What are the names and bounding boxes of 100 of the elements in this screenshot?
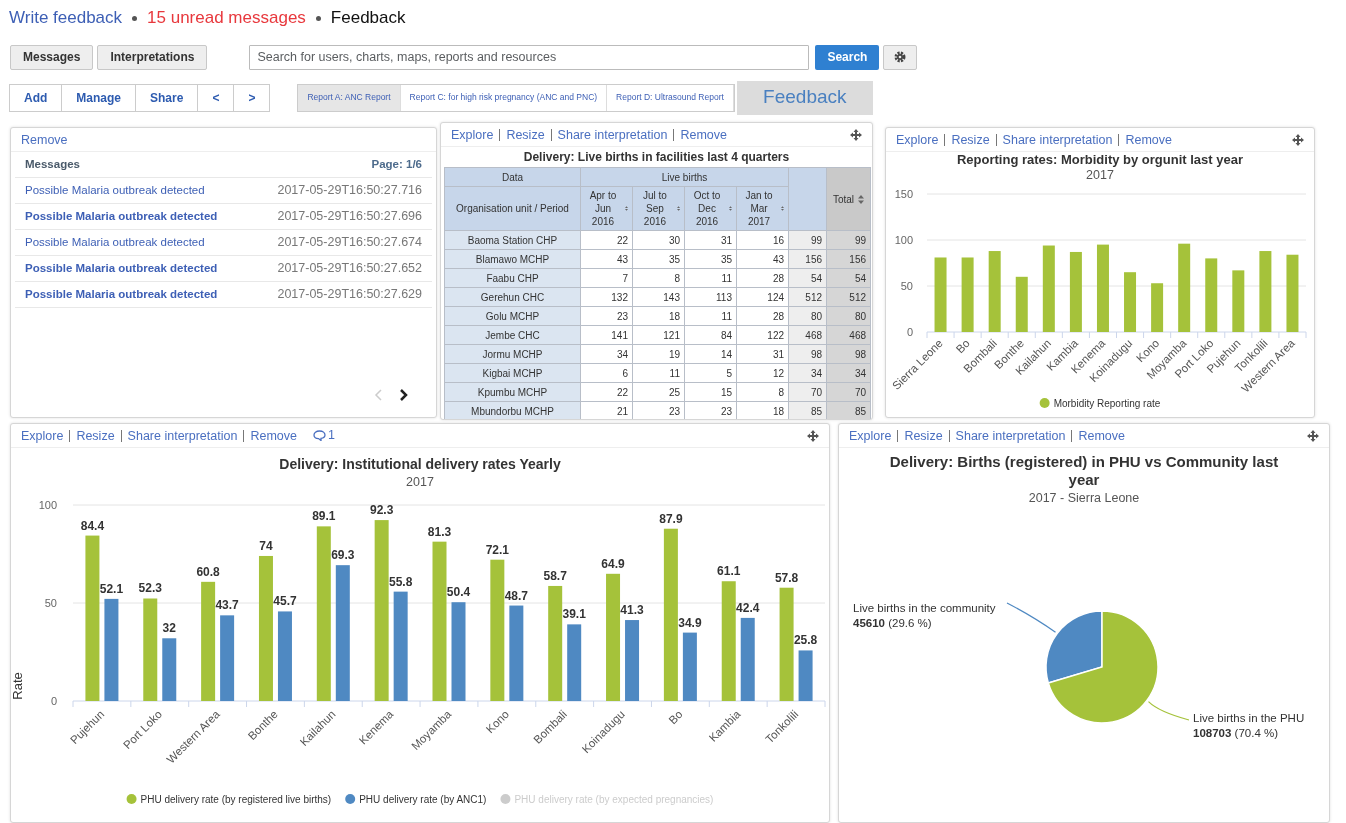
unread-messages-link[interactable]: 15 unread messages: [147, 5, 306, 31]
panel-action-link[interactable]: Remove: [243, 429, 303, 442]
comment-count[interactable]: 1: [327, 426, 335, 445]
message-time: 2017-05-29T16:50:27.629: [277, 286, 422, 304]
column-header-text: Total: [832, 192, 855, 207]
slice-label: Live births in the community: [853, 601, 996, 616]
data-label: 42.4: [736, 600, 760, 615]
chart-subtitle: 2017: [1085, 168, 1115, 182]
chart-title: Delivery: Births (registered) in PHU vs Community last year: [888, 453, 1280, 489]
search-button[interactable]: Search: [815, 44, 880, 70]
move-icon[interactable]: [1307, 429, 1319, 442]
legend-marker[interactable]: [126, 794, 137, 804]
message-subject-link[interactable]: Possible Malaria outbreak detected: [25, 259, 218, 278]
panel-action-link[interactable]: Explore: [21, 429, 70, 442]
column-header-text: Apr to Jun 2016: [588, 189, 618, 228]
panel-action-link[interactable]: Resize: [944, 133, 996, 146]
legend-label[interactable]: PHU delivery rate (by registered live births): [140, 794, 332, 805]
sort-icon[interactable]: [624, 204, 628, 213]
panel-action-link[interactable]: Remove: [1071, 429, 1131, 442]
y-axis-tick-label: 0: [906, 326, 913, 338]
list-heading: Messages: [25, 156, 80, 172]
column-header-text: Jul to Sep 2016: [642, 189, 668, 228]
bar: [1151, 283, 1164, 332]
data-label: 52.3: [138, 581, 162, 596]
legend-label[interactable]: Morbidity Reporting rate: [1053, 398, 1161, 409]
legend-label[interactable]: PHU delivery rate (by ANC1): [359, 794, 487, 805]
panel-action-link[interactable]: Resize: [499, 128, 551, 141]
chart-title: Reporting rates: Morbidity by orgunit last year: [955, 152, 1244, 168]
panel-action-link[interactable]: Resize: [897, 429, 949, 442]
panel-action-link[interactable]: Share interpretation: [120, 429, 244, 442]
data-label: 57.8: [774, 570, 799, 585]
message-subject-link[interactable]: Possible Malaria outbreak detected: [25, 285, 218, 304]
axis-title: Rate: [11, 672, 25, 700]
settings-button[interactable]: [883, 44, 918, 70]
bar: [682, 632, 697, 701]
legend-marker[interactable]: [1039, 398, 1050, 408]
panel-action-link[interactable]: Remove: [1118, 133, 1178, 146]
panel-action-link[interactable]: Explore: [451, 128, 500, 141]
data-label: 81.3: [427, 524, 452, 539]
feedback-label: Feedback: [736, 80, 873, 115]
row-header: Organisation unit / Period: [444, 186, 581, 231]
bar: [798, 650, 813, 701]
bar: [1124, 272, 1137, 332]
message-subject-link[interactable]: Possible Malaria outbreak detected: [25, 207, 218, 226]
message-time: 2017-05-29T16:50:27.674: [277, 234, 422, 252]
data-label: 48.7: [504, 588, 529, 603]
sort-icon[interactable]: [676, 204, 680, 213]
data-label: 55.8: [388, 574, 413, 589]
legend-marker[interactable]: [500, 794, 511, 804]
data-label: 84.4: [80, 518, 105, 533]
move-icon[interactable]: [1292, 133, 1304, 146]
report-tab[interactable]: Report A: ANC Report: [298, 84, 401, 111]
search-field[interactable]: Search for users, charts, maps, reports and resources: [249, 44, 810, 70]
dashboard-button[interactable]: Add: [9, 83, 63, 112]
panel-action-link[interactable]: Share interpretation: [948, 429, 1072, 442]
data-label: 50.4: [446, 585, 471, 600]
dashboard-button[interactable]: >: [233, 83, 271, 112]
message-time: 2017-05-29T16:50:27.716: [277, 182, 422, 200]
y-axis-tick-label: 100: [38, 499, 57, 511]
report-tab[interactable]: Report D: Ultrasound Report: [607, 84, 734, 111]
leader-line: [1006, 602, 1057, 633]
dashboard-button[interactable]: <: [197, 83, 235, 112]
message-subject-link[interactable]: Possible Malaria outbreak detected: [25, 233, 205, 252]
panel-action-link[interactable]: Remove: [21, 133, 74, 146]
message-subject-link[interactable]: Possible Malaria outbreak detected: [25, 181, 205, 200]
sort-icon[interactable]: [781, 204, 784, 213]
panel-action-link[interactable]: Explore: [896, 133, 945, 146]
panel-action-link[interactable]: Remove: [673, 128, 733, 141]
slice-value: 45610 (29.6 %): [853, 616, 933, 631]
y-axis-tick-label: 100: [894, 234, 913, 246]
panel-action-link[interactable]: Share interpretation: [995, 133, 1119, 146]
dashboard-button[interactable]: Share: [135, 83, 199, 112]
sort-icon[interactable]: [858, 194, 865, 204]
data-label: 34.9: [678, 615, 702, 630]
report-tab[interactable]: Report C: for high risk pregnancy (ANC and PNC): [400, 84, 608, 111]
sort-icon[interactable]: [729, 204, 732, 213]
panel-action-link[interactable]: Resize: [69, 429, 121, 442]
data-label: 92.3: [369, 503, 394, 518]
chart-subtitle: 2017 - Sierra Leone: [1027, 490, 1141, 507]
data-label: 64.9: [601, 556, 625, 571]
bar: [1232, 270, 1245, 332]
column-header-text: Jan to Mar 2017: [744, 189, 774, 228]
category-label: Bo: [666, 707, 685, 727]
data-label: 32: [162, 621, 176, 636]
data-label: 69.3: [331, 548, 355, 563]
toolbar-button[interactable]: Interpretations: [97, 44, 208, 70]
write-feedback-link[interactable]: Write feedback: [9, 5, 123, 31]
next-page-icon[interactable]: [399, 389, 408, 401]
dashboard-button[interactable]: Manage: [61, 83, 136, 112]
move-icon[interactable]: [850, 128, 862, 141]
settings-icon: [894, 51, 907, 64]
legend-marker[interactable]: [345, 794, 356, 804]
chart-subtitle: 2017: [405, 474, 435, 491]
data-label: 39.1: [562, 607, 586, 622]
bar: [1015, 276, 1028, 332]
move-icon[interactable]: [807, 429, 819, 442]
y-axis-tick-label: 50: [900, 280, 913, 292]
panel-action-link[interactable]: Share interpretation: [550, 128, 674, 141]
toolbar-button[interactable]: Messages: [10, 44, 94, 70]
panel-action-link[interactable]: Explore: [849, 429, 898, 442]
